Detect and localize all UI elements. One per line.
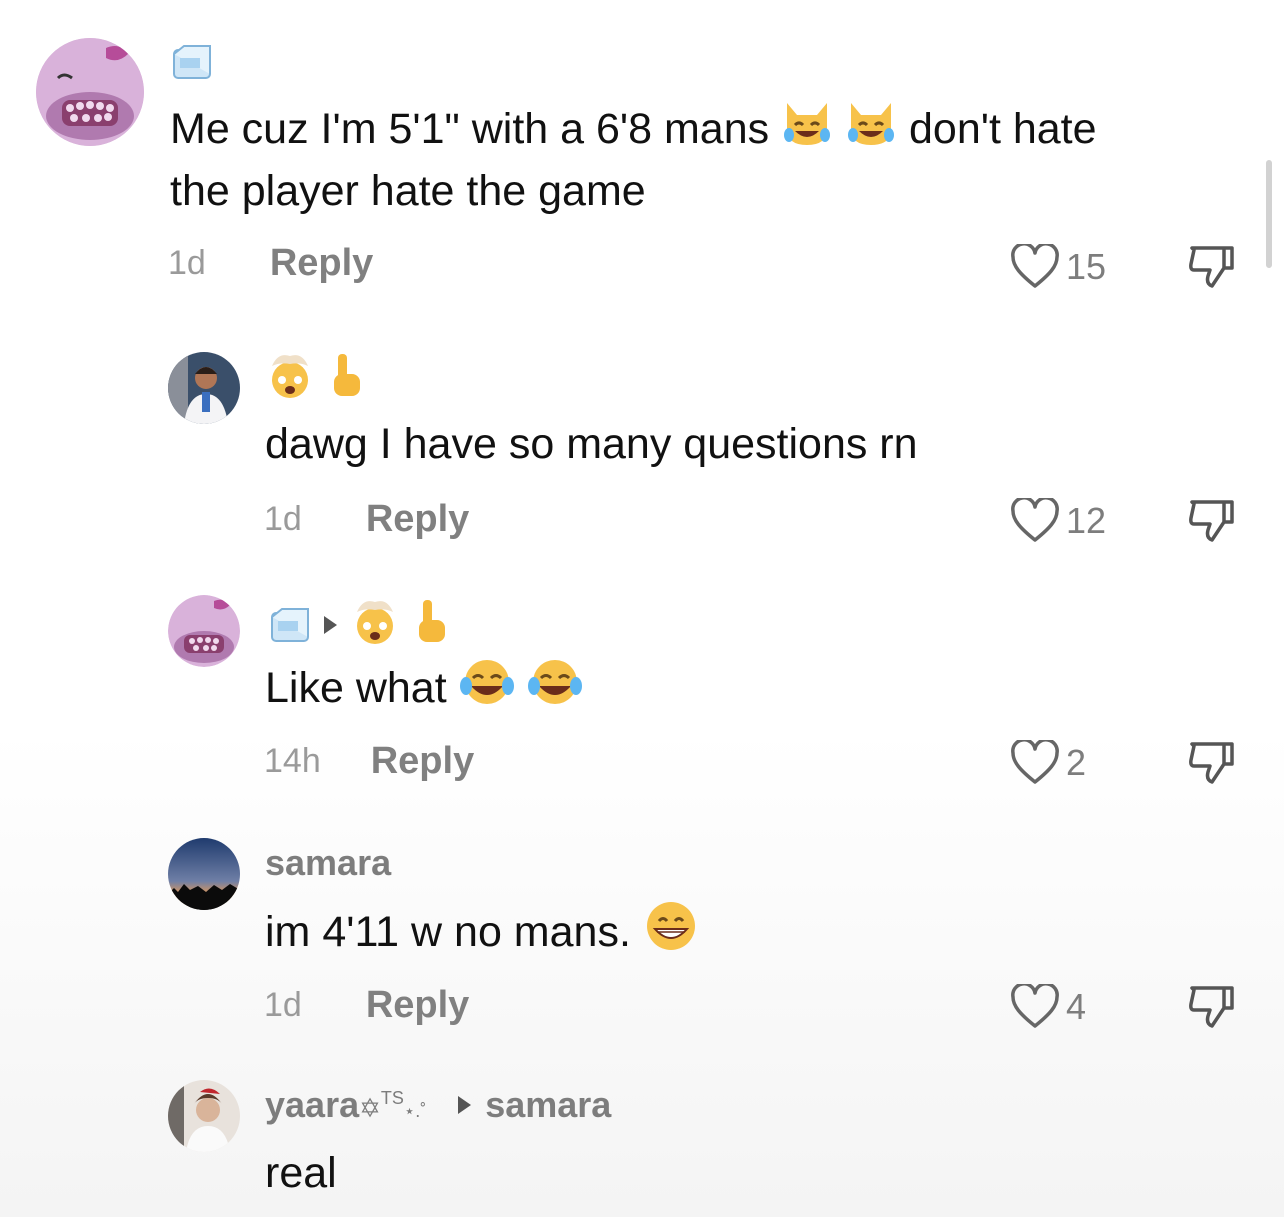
- like-count: 12: [1066, 500, 1107, 541]
- reply-arrow-icon: [458, 1096, 472, 1114]
- username-decor: TS: [380, 1088, 404, 1108]
- like-count: 15: [1066, 246, 1107, 287]
- timestamp: 1d: [168, 244, 206, 282]
- avatar[interactable]: [168, 1080, 240, 1152]
- face-with-tears-of-joy-icon: [459, 656, 515, 725]
- comment-meta: 1d Reply: [168, 242, 373, 285]
- star-of-david-icon: ✡: [359, 1093, 381, 1123]
- reply-button[interactable]: Reply: [366, 498, 469, 541]
- avatar[interactable]: [168, 352, 240, 424]
- thumbs-down-icon: [1189, 246, 1234, 288]
- thumbs-down-icon: [1189, 500, 1234, 542]
- grinning-face-icon: [643, 899, 699, 970]
- timestamp: 1d: [264, 986, 302, 1024]
- like-button[interactable]: 12: [1010, 498, 1106, 544]
- reply-arrow-icon: [324, 615, 337, 634]
- comment-text: dawg I have so many questions rn: [265, 420, 918, 468]
- dislike-button[interactable]: [1188, 244, 1236, 295]
- comment-text: Like what: [265, 656, 583, 725]
- username[interactable]: samara: [265, 842, 391, 884]
- comment-meta: 1d Reply: [264, 984, 469, 1027]
- pointing-up-icon: [328, 352, 364, 405]
- like-count: 2: [1066, 742, 1087, 783]
- timestamp: 1d: [264, 500, 302, 538]
- name-row: samara: [265, 842, 391, 884]
- comment-meta: 14h Reply: [264, 740, 474, 783]
- name-row: [266, 352, 364, 405]
- ice-cube-icon: [271, 607, 309, 642]
- comment-meta: 1d Reply: [264, 498, 469, 541]
- sparkle-decor-icon: ⋆.˚: [403, 1101, 427, 1121]
- dislike-button[interactable]: [1188, 498, 1236, 549]
- like-button[interactable]: 2: [1010, 740, 1086, 786]
- comment-text: Me cuz I'm 5'1" with a 6'8 mans don't ha…: [170, 98, 1097, 164]
- timestamp: 14h: [264, 742, 321, 780]
- dislike-button[interactable]: [1188, 984, 1236, 1035]
- exploding-head-icon: [266, 352, 314, 405]
- thumbs-down-icon: [1189, 986, 1234, 1028]
- reply-button[interactable]: Reply: [270, 242, 373, 285]
- like-button[interactable]: 4: [1010, 984, 1086, 1030]
- ice-cube-icon: [173, 45, 211, 79]
- username[interactable]: yaara✡TS⋆.˚: [265, 1084, 426, 1126]
- exploding-head-icon: [351, 598, 399, 651]
- comment-text: real: [265, 1149, 337, 1197]
- like-count: 4: [1066, 986, 1087, 1027]
- reply-to-username[interactable]: samara: [485, 1084, 611, 1126]
- avatar[interactable]: [36, 38, 144, 146]
- heart-icon: [1011, 740, 1059, 784]
- avatar[interactable]: [168, 838, 240, 910]
- cat-with-tears-of-joy-icon: [781, 99, 833, 164]
- heart-icon: [1011, 498, 1059, 542]
- scrollbar[interactable]: [1266, 160, 1272, 268]
- heart-icon: [1011, 244, 1059, 288]
- cat-with-tears-of-joy-icon: [845, 99, 897, 164]
- dislike-button[interactable]: [1188, 740, 1236, 791]
- like-button[interactable]: 15: [1010, 244, 1106, 290]
- name-row: [172, 44, 212, 80]
- avatar[interactable]: [168, 595, 240, 667]
- reply-button[interactable]: Reply: [371, 740, 474, 783]
- heart-icon: [1011, 984, 1059, 1028]
- name-row: yaara✡TS⋆.˚ samara: [265, 1084, 611, 1126]
- thumbs-down-icon: [1189, 742, 1234, 784]
- pointing-up-icon: [413, 598, 449, 651]
- name-row: [270, 598, 449, 651]
- reply-button[interactable]: Reply: [366, 984, 469, 1027]
- comment-text-line2: the player hate the game: [170, 167, 646, 215]
- comment-text: im 4'11 w no mans.: [265, 899, 699, 970]
- face-with-tears-of-joy-icon: [527, 656, 583, 725]
